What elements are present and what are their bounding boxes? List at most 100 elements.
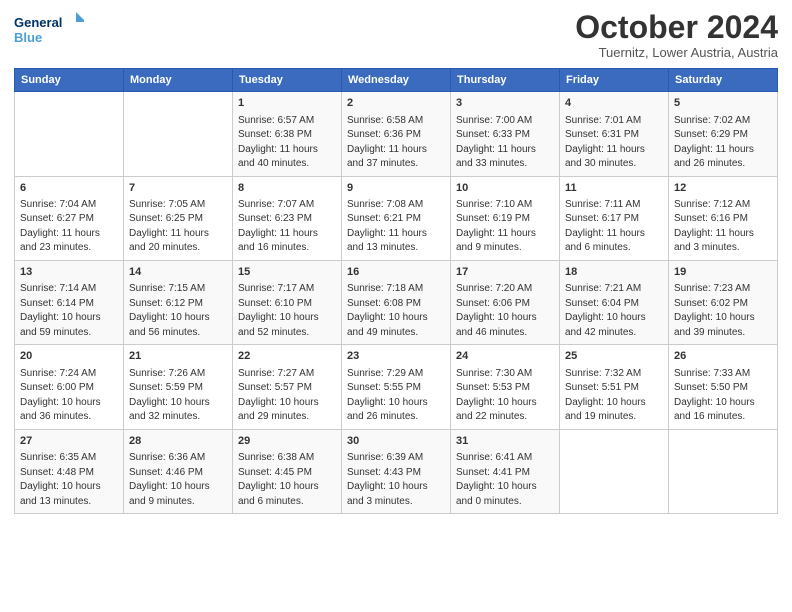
calendar-cell: 14 Sunrise: 7:15 AM Sunset: 6:12 PM Dayli… [124,260,233,344]
calendar-cell: 4 Sunrise: 7:01 AM Sunset: 6:31 PM Daylig… [560,92,669,176]
calendar-cell: 29 Sunrise: 6:38 AM Sunset: 4:45 PM Dayli… [233,429,342,513]
calendar-cell: 18 Sunrise: 7:21 AM Sunset: 6:04 PM Dayli… [560,260,669,344]
day-number: 31 [456,434,554,449]
weekday-header-sunday: Sunday [15,69,124,92]
day-number: 2 [347,96,445,111]
day-number: 10 [456,181,554,196]
day-info: Sunrise: 6:38 AM Sunset: 4:45 PM Dayligh… [238,451,336,509]
day-number: 16 [347,265,445,280]
day-number: 14 [129,265,227,280]
day-number: 15 [238,265,336,280]
day-number: 11 [565,181,663,196]
calendar-cell: 21Sunrise: 7:26 AM Sunset: 5:59 PM Dayli… [124,345,233,429]
day-info: Sunrise: 7:23 AM Sunset: 6:02 PM Dayligh… [674,282,772,340]
weekday-header-friday: Friday [560,69,669,92]
day-number: 4 [565,96,663,111]
day-number: 12 [674,181,772,196]
day-info: Sunrise: 6:35 AM Sunset: 4:48 PM Dayligh… [20,451,118,509]
day-number: 3 [456,96,554,111]
day-info: Sunrise: 7:24 AM Sunset: 6:00 PM Dayligh… [20,367,118,425]
calendar-cell: 31 Sunrise: 6:41 AM Sunset: 4:41 PM Dayli… [451,429,560,513]
calendar-cell [560,429,669,513]
calendar-cell: 19 Sunrise: 7:23 AM Sunset: 6:02 PM Dayli… [669,260,778,344]
calendar-cell [669,429,778,513]
weekday-header-wednesday: Wednesday [342,69,451,92]
weekday-header-saturday: Saturday [669,69,778,92]
calendar-cell: 7 Sunrise: 7:05 AM Sunset: 6:25 PM Daylig… [124,176,233,260]
day-number: 13 [20,265,118,280]
day-info: Sunrise: 7:02 AM Sunset: 6:29 PM Dayligh… [674,114,772,172]
day-number: 17 [456,265,554,280]
location-subtitle: Tuernitz, Lower Austria, Austria [575,45,778,60]
day-number: 29 [238,434,336,449]
calendar-cell: 22 Sunrise: 7:27 AM Sunset: 5:57 PM Dayli… [233,345,342,429]
day-number: 21 [129,349,227,364]
day-number: 9 [347,181,445,196]
day-info: Sunrise: 7:01 AM Sunset: 6:31 PM Dayligh… [565,114,663,172]
calendar-cell: 26 Sunrise: 7:33 AM Sunset: 5:50 PM Dayli… [669,345,778,429]
day-info: Sunrise: 7:14 AM Sunset: 6:14 PM Dayligh… [20,282,118,340]
day-info: Sunrise: 7:08 AM Sunset: 6:21 PM Dayligh… [347,198,445,256]
day-info: Sunrise: 7:27 AM Sunset: 5:57 PM Dayligh… [238,367,336,425]
day-info: Sunrise: 7:00 AM Sunset: 6:33 PM Dayligh… [456,114,554,172]
day-info: Sunrise: 6:41 AM Sunset: 4:41 PM Dayligh… [456,451,554,509]
day-number: 30 [347,434,445,449]
day-number: 6 [20,181,118,196]
day-number: 19 [674,265,772,280]
day-info: Sunrise: 7:17 AM Sunset: 6:10 PM Dayligh… [238,282,336,340]
calendar-cell: 10 Sunrise: 7:10 AM Sunset: 6:19 PM Dayli… [451,176,560,260]
calendar-cell: 30 Sunrise: 6:39 AM Sunset: 4:43 PM Dayli… [342,429,451,513]
day-info: Sunrise: 7:21 AM Sunset: 6:04 PM Dayligh… [565,282,663,340]
day-number: 27 [20,434,118,449]
svg-text:General: General [14,15,62,30]
calendar-cell: 25 Sunrise: 7:32 AM Sunset: 5:51 PM Dayli… [560,345,669,429]
weekday-header-tuesday: Tuesday [233,69,342,92]
day-number: 28 [129,434,227,449]
calendar-cell: 2 Sunrise: 6:58 AM Sunset: 6:36 PM Daylig… [342,92,451,176]
day-number: 7 [129,181,227,196]
svg-text:Blue: Blue [14,30,42,45]
day-number: 23 [347,349,445,364]
calendar-cell: 20 Sunrise: 7:24 AM Sunset: 6:00 PM Dayli… [15,345,124,429]
calendar-cell: 6 Sunrise: 7:04 AM Sunset: 6:27 PM Daylig… [15,176,124,260]
logo: General Blue [14,10,84,50]
day-number: 1 [238,96,336,111]
calendar-cell: 3 Sunrise: 7:00 AM Sunset: 6:33 PM Daylig… [451,92,560,176]
day-number: 8 [238,181,336,196]
calendar-cell: 16 Sunrise: 7:18 AM Sunset: 6:08 PM Dayli… [342,260,451,344]
day-number: 22 [238,349,336,364]
title-block: October 2024 Tuernitz, Lower Austria, Au… [575,10,778,60]
calendar-cell: 23 Sunrise: 7:29 AM Sunset: 5:55 PM Dayli… [342,345,451,429]
calendar-cell: 24Sunrise: 7:30 AM Sunset: 5:53 PM Dayli… [451,345,560,429]
day-number: 18 [565,265,663,280]
day-info: Sunrise: 7:29 AM Sunset: 5:55 PM Dayligh… [347,367,445,425]
day-number: 26 [674,349,772,364]
day-info: Sunrise: 7:10 AM Sunset: 6:19 PM Dayligh… [456,198,554,256]
calendar-cell: 12 Sunrise: 7:12 AM Sunset: 6:16 PM Dayli… [669,176,778,260]
calendar-table: SundayMondayTuesdayWednesdayThursdayFrid… [14,68,778,514]
day-info: Sunrise: 7:32 AM Sunset: 5:51 PM Dayligh… [565,367,663,425]
calendar-cell: 15 Sunrise: 7:17 AM Sunset: 6:10 PM Dayli… [233,260,342,344]
day-info: Sunrise: 7:30 AM Sunset: 5:53 PM Dayligh… [456,367,554,425]
day-number: 20 [20,349,118,364]
day-number: 25 [565,349,663,364]
day-info: Sunrise: 7:18 AM Sunset: 6:08 PM Dayligh… [347,282,445,340]
calendar-cell [124,92,233,176]
weekday-header-thursday: Thursday [451,69,560,92]
calendar-cell: 9 Sunrise: 7:08 AM Sunset: 6:21 PM Daylig… [342,176,451,260]
calendar-cell: 27 Sunrise: 6:35 AM Sunset: 4:48 PM Dayli… [15,429,124,513]
day-info: Sunrise: 7:12 AM Sunset: 6:16 PM Dayligh… [674,198,772,256]
calendar-cell: 13 Sunrise: 7:14 AM Sunset: 6:14 PM Dayli… [15,260,124,344]
day-number: 5 [674,96,772,111]
day-info: Sunrise: 7:04 AM Sunset: 6:27 PM Dayligh… [20,198,118,256]
day-info: Sunrise: 7:07 AM Sunset: 6:23 PM Dayligh… [238,198,336,256]
day-info: Sunrise: 7:05 AM Sunset: 6:25 PM Dayligh… [129,198,227,256]
day-info: Sunrise: 6:58 AM Sunset: 6:36 PM Dayligh… [347,114,445,172]
calendar-cell: 1Sunrise: 6:57 AM Sunset: 6:38 PM Daylig… [233,92,342,176]
day-info: Sunrise: 7:20 AM Sunset: 6:06 PM Dayligh… [456,282,554,340]
calendar-cell: 5 Sunrise: 7:02 AM Sunset: 6:29 PM Daylig… [669,92,778,176]
day-info: Sunrise: 7:33 AM Sunset: 5:50 PM Dayligh… [674,367,772,425]
day-info: Sunrise: 7:15 AM Sunset: 6:12 PM Dayligh… [129,282,227,340]
day-info: Sunrise: 6:39 AM Sunset: 4:43 PM Dayligh… [347,451,445,509]
weekday-header-monday: Monday [124,69,233,92]
